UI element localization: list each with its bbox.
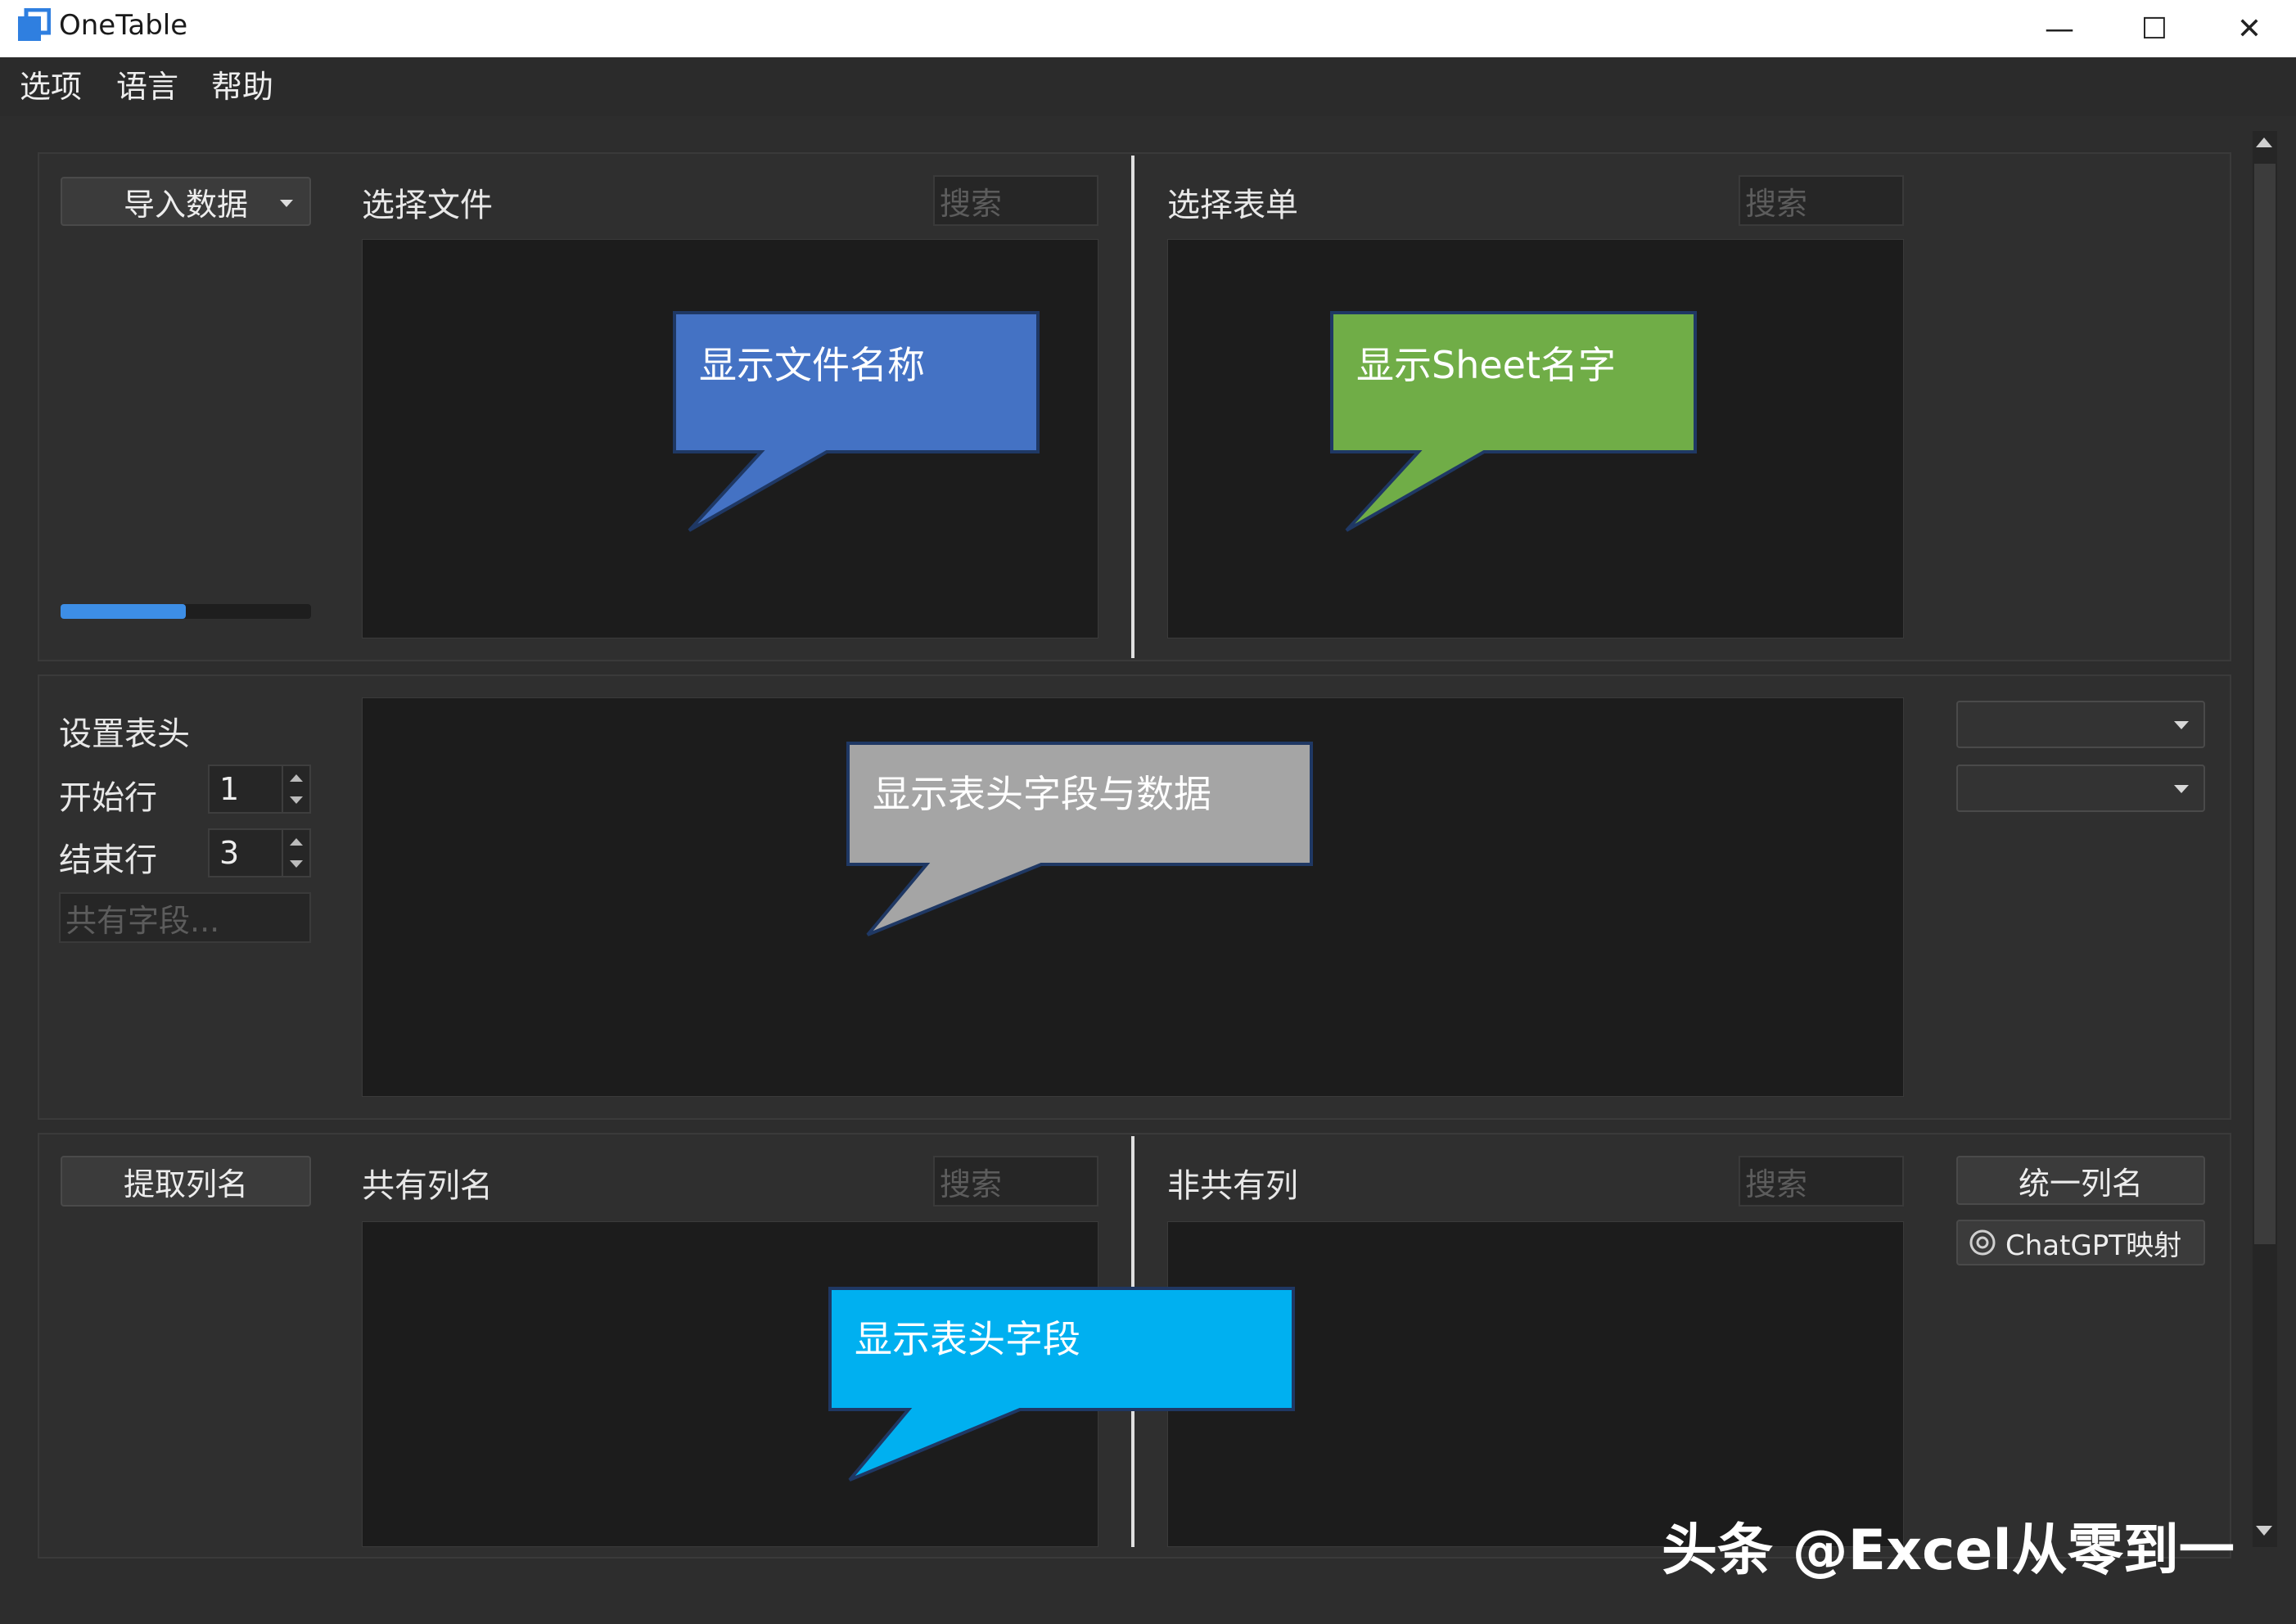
noncommon-columns-title: 非共有列: [1167, 1167, 1298, 1205]
callout-header-fields: 显示表头字段: [855, 1317, 1080, 1361]
chevron-down-icon: [280, 200, 293, 207]
watermark-text: 头条 @Excel从零到一: [1662, 1518, 2235, 1583]
import-data-dropdown[interactable]: 导入数据: [61, 177, 311, 226]
unify-columns-button[interactable]: 统一列名: [1956, 1156, 2205, 1205]
close-button[interactable]: ✕: [2202, 0, 2296, 57]
arrow-down-icon[interactable]: [290, 860, 303, 868]
chatgpt-icon: [1969, 1229, 1996, 1256]
import-progress-bar: [61, 604, 311, 619]
file-search-input[interactable]: 搜索: [933, 175, 1098, 226]
end-row-value: 3: [219, 835, 240, 871]
panel-splitter[interactable]: [1131, 156, 1134, 658]
scroll-up-icon[interactable]: [2256, 138, 2272, 147]
callout-sheet-names: 显示Sheet名字: [1356, 343, 1616, 387]
start-row-spinbox[interactable]: 1: [208, 765, 311, 814]
common-columns-title: 共有列名: [362, 1167, 493, 1205]
import-data-label: 导入数据: [123, 186, 248, 223]
minimize-button[interactable]: —: [2012, 0, 2107, 57]
extract-columns-button[interactable]: 提取列名: [61, 1156, 311, 1207]
chevron-down-icon: [2174, 721, 2189, 729]
title-bar[interactable]: [0, 0, 2296, 57]
import-progress-fill: [61, 604, 186, 619]
common-columns-search-input[interactable]: 搜索: [933, 1156, 1098, 1207]
arrow-up-icon[interactable]: [290, 838, 303, 846]
select-sheet-title: 选择表单: [1167, 187, 1298, 224]
common-field-input[interactable]: 共有字段...: [59, 892, 311, 943]
sheet-search-input[interactable]: 搜索: [1739, 175, 1904, 226]
header-combo-1[interactable]: [1956, 701, 2205, 748]
arrow-up-icon[interactable]: [290, 774, 303, 782]
menu-bar: [0, 57, 2296, 116]
menu-help[interactable]: 帮助: [211, 59, 273, 115]
scroll-down-icon[interactable]: [2256, 1526, 2272, 1536]
noncommon-columns-search-input[interactable]: 搜索: [1739, 1156, 1904, 1207]
callout-header-data: 显示表头字段与数据: [873, 772, 1211, 816]
callout-file-names: 显示文件名称: [699, 343, 925, 387]
chatgpt-mapping-label: ChatGPT映射: [2005, 1229, 2182, 1262]
chevron-down-icon: [2174, 785, 2189, 793]
chatgpt-mapping-button[interactable]: ChatGPT映射: [1956, 1220, 2205, 1265]
scrollbar-thumb[interactable]: [2254, 164, 2276, 1244]
maximize-button[interactable]: ☐: [2107, 0, 2202, 57]
end-row-spinbox[interactable]: 3: [208, 828, 311, 877]
select-file-title: 选择文件: [362, 187, 493, 224]
start-row-stepper[interactable]: [282, 766, 309, 812]
menu-options[interactable]: 选项: [20, 59, 82, 115]
window-title: OneTable: [59, 9, 188, 42]
end-row-stepper[interactable]: [282, 830, 309, 876]
start-row-value: 1: [219, 771, 240, 807]
end-row-label: 结束行: [59, 841, 157, 879]
app-logo-icon: [16, 7, 52, 43]
start-row-label: 开始行: [59, 779, 157, 817]
header-combo-2[interactable]: [1956, 765, 2205, 812]
arrow-down-icon[interactable]: [290, 796, 303, 804]
menu-language[interactable]: 语言: [116, 59, 178, 115]
set-header-title: 设置表头: [59, 715, 190, 753]
